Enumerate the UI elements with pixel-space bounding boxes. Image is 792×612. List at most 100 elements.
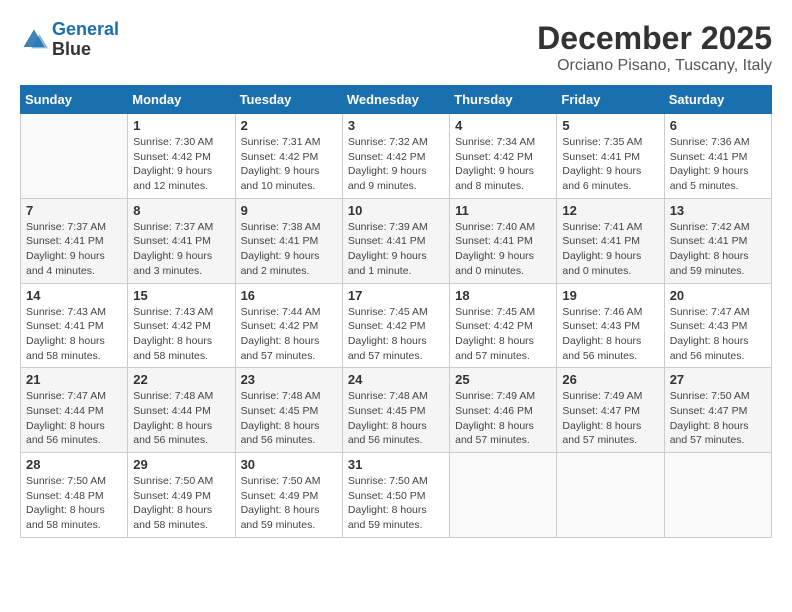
day-header-monday: Monday [128, 86, 235, 114]
day-header-tuesday: Tuesday [235, 86, 342, 114]
day-info: Sunrise: 7:48 AMSunset: 4:44 PMDaylight:… [133, 389, 229, 448]
day-info: Sunrise: 7:44 AMSunset: 4:42 PMDaylight:… [241, 305, 337, 364]
day-info: Sunrise: 7:45 AMSunset: 4:42 PMDaylight:… [455, 305, 551, 364]
calendar-cell: 8 Sunrise: 7:37 AMSunset: 4:41 PMDaylight… [128, 198, 235, 283]
calendar-cell [21, 114, 128, 199]
day-header-sunday: Sunday [21, 86, 128, 114]
day-info: Sunrise: 7:48 AMSunset: 4:45 PMDaylight:… [348, 389, 444, 448]
day-headers-row: SundayMondayTuesdayWednesdayThursdayFrid… [21, 86, 772, 114]
day-info: Sunrise: 7:37 AMSunset: 4:41 PMDaylight:… [133, 220, 229, 279]
day-info: Sunrise: 7:41 AMSunset: 4:41 PMDaylight:… [562, 220, 658, 279]
week-row-2: 7 Sunrise: 7:37 AMSunset: 4:41 PMDaylight… [21, 198, 772, 283]
day-number: 31 [348, 457, 444, 472]
day-number: 27 [670, 372, 766, 387]
calendar-cell: 9Sunrise: 7:38 AMSunset: 4:41 PMDaylight… [235, 198, 342, 283]
header: GeneralBlue December 2025 Orciano Pisano… [20, 20, 772, 75]
calendar-cell: 1Sunrise: 7:30 AMSunset: 4:42 PMDaylight… [128, 114, 235, 199]
day-number: 30 [241, 457, 337, 472]
calendar-table: SundayMondayTuesdayWednesdayThursdayFrid… [20, 85, 772, 538]
day-number: 19 [562, 288, 658, 303]
day-number: 2 [241, 118, 337, 133]
day-info: Sunrise: 7:34 AMSunset: 4:42 PMDaylight:… [455, 135, 551, 194]
day-info: Sunrise: 7:30 AMSunset: 4:42 PMDaylight:… [133, 135, 229, 194]
week-row-3: 14 Sunrise: 7:43 AMSunset: 4:41 PMDayligh… [21, 283, 772, 368]
day-info: Sunrise: 7:49 AMSunset: 4:47 PMDaylight:… [562, 389, 658, 448]
calendar-cell [450, 453, 557, 538]
calendar-cell [557, 453, 664, 538]
logo: GeneralBlue [20, 20, 119, 60]
calendar-cell: 4Sunrise: 7:34 AMSunset: 4:42 PMDaylight… [450, 114, 557, 199]
day-number: 16 [241, 288, 337, 303]
day-info: Sunrise: 7:50 AMSunset: 4:48 PMDaylight:… [26, 474, 122, 533]
calendar-cell: 28 Sunrise: 7:50 AMSunset: 4:48 PMDayligh… [21, 453, 128, 538]
week-row-1: 1Sunrise: 7:30 AMSunset: 4:42 PMDaylight… [21, 114, 772, 199]
logo-icon [20, 26, 48, 54]
calendar-cell: 13Sunrise: 7:42 AMSunset: 4:41 PMDayligh… [664, 198, 771, 283]
calendar-cell: 16 Sunrise: 7:44 AMSunset: 4:42 PMDayligh… [235, 283, 342, 368]
day-number: 7 [26, 203, 122, 218]
calendar-cell: 5 Sunrise: 7:35 AMSunset: 4:41 PMDaylight… [557, 114, 664, 199]
day-number: 29 [133, 457, 229, 472]
month-title: December 2025 [537, 20, 772, 57]
calendar-cell: 26 Sunrise: 7:49 AMSunset: 4:47 PMDayligh… [557, 368, 664, 453]
day-number: 17 [348, 288, 444, 303]
calendar-cell: 30Sunrise: 7:50 AMSunset: 4:49 PMDayligh… [235, 453, 342, 538]
day-info: Sunrise: 7:46 AMSunset: 4:43 PMDaylight:… [562, 305, 658, 364]
day-info: Sunrise: 7:36 AMSunset: 4:41 PMDaylight:… [670, 135, 766, 194]
day-number: 18 [455, 288, 551, 303]
week-row-4: 21 Sunrise: 7:47 AMSunset: 4:44 PMDayligh… [21, 368, 772, 453]
calendar-header: SundayMondayTuesdayWednesdayThursdayFrid… [21, 86, 772, 114]
day-number: 10 [348, 203, 444, 218]
day-info: Sunrise: 7:43 AMSunset: 4:41 PMDaylight:… [26, 305, 122, 364]
day-info: Sunrise: 7:48 AMSunset: 4:45 PMDaylight:… [241, 389, 337, 448]
day-number: 26 [562, 372, 658, 387]
day-header-saturday: Saturday [664, 86, 771, 114]
day-info: Sunrise: 7:35 AMSunset: 4:41 PMDaylight:… [562, 135, 658, 194]
logo-text: GeneralBlue [52, 20, 119, 60]
day-info: Sunrise: 7:32 AMSunset: 4:42 PMDaylight:… [348, 135, 444, 194]
day-number: 28 [26, 457, 122, 472]
day-info: Sunrise: 7:37 AMSunset: 4:41 PMDaylight:… [26, 220, 122, 279]
calendar-cell: 3 Sunrise: 7:32 AMSunset: 4:42 PMDaylight… [342, 114, 449, 199]
day-info: Sunrise: 7:38 AMSunset: 4:41 PMDaylight:… [241, 220, 337, 279]
calendar-cell: 24Sunrise: 7:48 AMSunset: 4:45 PMDayligh… [342, 368, 449, 453]
calendar-cell: 12 Sunrise: 7:41 AMSunset: 4:41 PMDayligh… [557, 198, 664, 283]
calendar-cell: 25 Sunrise: 7:49 AMSunset: 4:46 PMDayligh… [450, 368, 557, 453]
day-number: 13 [670, 203, 766, 218]
calendar-cell: 2 Sunrise: 7:31 AMSunset: 4:42 PMDaylight… [235, 114, 342, 199]
calendar-cell: 21 Sunrise: 7:47 AMSunset: 4:44 PMDayligh… [21, 368, 128, 453]
day-info: Sunrise: 7:31 AMSunset: 4:42 PMDaylight:… [241, 135, 337, 194]
day-number: 14 [26, 288, 122, 303]
day-number: 11 [455, 203, 551, 218]
day-number: 8 [133, 203, 229, 218]
day-number: 5 [562, 118, 658, 133]
day-number: 23 [241, 372, 337, 387]
day-number: 12 [562, 203, 658, 218]
day-number: 20 [670, 288, 766, 303]
day-info: Sunrise: 7:50 AMSunset: 4:50 PMDaylight:… [348, 474, 444, 533]
calendar-cell: 7 Sunrise: 7:37 AMSunset: 4:41 PMDaylight… [21, 198, 128, 283]
day-number: 21 [26, 372, 122, 387]
calendar-body: 1Sunrise: 7:30 AMSunset: 4:42 PMDaylight… [21, 114, 772, 538]
calendar-cell: 18 Sunrise: 7:45 AMSunset: 4:42 PMDayligh… [450, 283, 557, 368]
calendar-cell: 31 Sunrise: 7:50 AMSunset: 4:50 PMDayligh… [342, 453, 449, 538]
location-subtitle: Orciano Pisano, Tuscany, Italy [537, 57, 772, 75]
day-number: 15 [133, 288, 229, 303]
day-header-wednesday: Wednesday [342, 86, 449, 114]
day-info: Sunrise: 7:47 AMSunset: 4:44 PMDaylight:… [26, 389, 122, 448]
week-row-5: 28 Sunrise: 7:50 AMSunset: 4:48 PMDayligh… [21, 453, 772, 538]
calendar-cell: 23 Sunrise: 7:48 AMSunset: 4:45 PMDayligh… [235, 368, 342, 453]
day-number: 25 [455, 372, 551, 387]
day-info: Sunrise: 7:49 AMSunset: 4:46 PMDaylight:… [455, 389, 551, 448]
day-number: 3 [348, 118, 444, 133]
day-info: Sunrise: 7:43 AMSunset: 4:42 PMDaylight:… [133, 305, 229, 364]
calendar-cell: 27Sunrise: 7:50 AMSunset: 4:47 PMDayligh… [664, 368, 771, 453]
day-info: Sunrise: 7:40 AMSunset: 4:41 PMDaylight:… [455, 220, 551, 279]
calendar-cell: 14 Sunrise: 7:43 AMSunset: 4:41 PMDayligh… [21, 283, 128, 368]
calendar-cell [664, 453, 771, 538]
day-info: Sunrise: 7:47 AMSunset: 4:43 PMDaylight:… [670, 305, 766, 364]
calendar-cell: 15 Sunrise: 7:43 AMSunset: 4:42 PMDayligh… [128, 283, 235, 368]
day-info: Sunrise: 7:45 AMSunset: 4:42 PMDaylight:… [348, 305, 444, 364]
calendar-cell: 10Sunrise: 7:39 AMSunset: 4:41 PMDayligh… [342, 198, 449, 283]
title-area: December 2025 Orciano Pisano, Tuscany, I… [537, 20, 772, 75]
